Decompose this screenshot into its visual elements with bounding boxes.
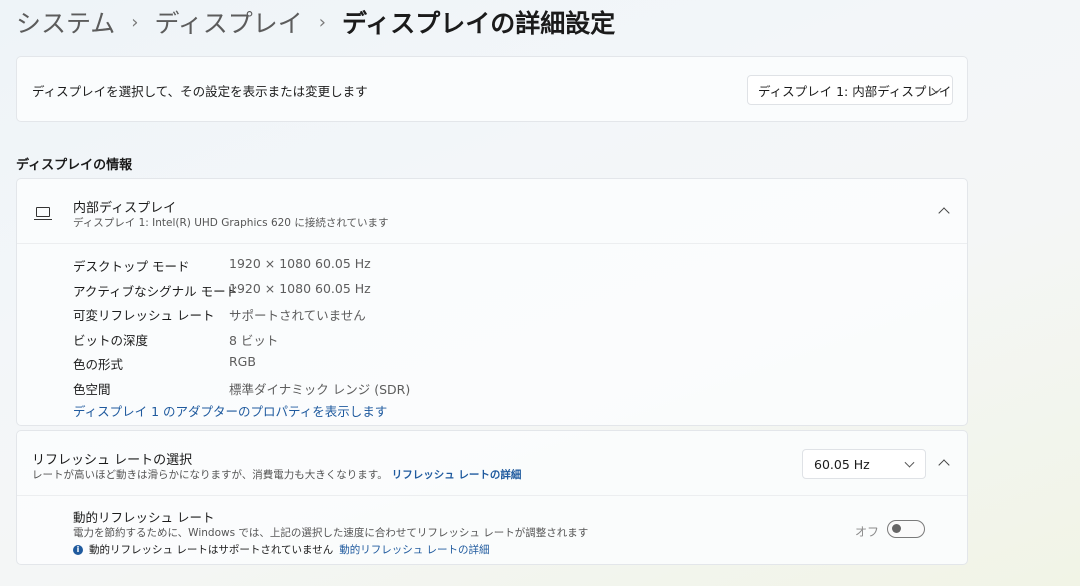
dynamic-refresh-toggle[interactable] bbox=[887, 520, 925, 538]
refresh-rate-details-link[interactable]: リフレッシュ レートの詳細 bbox=[392, 469, 522, 481]
chevron-down-icon bbox=[904, 457, 915, 468]
display-info-header[interactable]: 内部ディスプレイ ディスプレイ 1: Intel(R) UHD Graphics… bbox=[17, 179, 967, 244]
adapter-properties-link[interactable]: ディスプレイ 1 のアダプターのプロパティを表示します bbox=[73, 401, 387, 420]
info-row-value: 標準ダイナミック レンジ (SDR) bbox=[229, 381, 411, 397]
info-row-key: アクティブなシグナル モード bbox=[73, 283, 239, 299]
dynamic-refresh-title: 動的リフレッシュ レート bbox=[73, 510, 215, 525]
laptop-icon bbox=[34, 207, 52, 221]
info-row-key: 色空間 bbox=[73, 381, 111, 397]
info-row-value: 1920 × 1080 60.05 Hz bbox=[229, 280, 371, 296]
refresh-rate-value: 60.05 Hz bbox=[814, 456, 870, 472]
page-title: ディスプレイの詳細設定 bbox=[341, 9, 616, 38]
display-name: 内部ディスプレイ bbox=[73, 201, 177, 216]
collapse-display-info-button[interactable] bbox=[929, 196, 959, 226]
info-row-key: 色の形式 bbox=[73, 357, 124, 372]
dynamic-refresh-details-link[interactable]: 動的リフレッシュ レートの詳細 bbox=[339, 542, 489, 557]
breadcrumb-separator: › bbox=[131, 11, 139, 33]
display-dropdown-value: ディスプレイ 1: 内部ディスプレイ bbox=[758, 83, 952, 99]
chevron-up-icon bbox=[938, 207, 950, 219]
dynamic-refresh-note: i 動的リフレッシュ レートはサポートされていません 動的リフレッシュ レートの… bbox=[73, 542, 490, 557]
refresh-rate-title: リフレッシュ レートの選択 bbox=[32, 453, 193, 468]
refresh-rate-subtitle: レートが高いほど動きは滑らかになりますが、消費電力も大きくなります。 リフレッシュ… bbox=[32, 467, 521, 482]
refresh-rate-description: レートが高いほど動きは滑らかになりますが、消費電力も大きくなります。 bbox=[32, 469, 388, 481]
refresh-rate-card: リフレッシュ レートの選択 レートが高いほど動きは滑らかになりますが、消費電力も… bbox=[16, 430, 968, 565]
info-row-key: 可変リフレッシュ レート bbox=[73, 308, 215, 323]
info-row-key: ビットの深度 bbox=[73, 332, 149, 348]
display-select-card: ディスプレイを選択して、その設定を表示または変更します ディスプレイ 1: 内部… bbox=[16, 56, 968, 122]
info-row-key: デスクトップ モード bbox=[73, 259, 190, 274]
dynamic-refresh-note-text: 動的リフレッシュ レートはサポートされていません bbox=[89, 544, 334, 556]
info-row-value: RGB bbox=[229, 354, 256, 369]
display-select-label: ディスプレイを選択して、その設定を表示または変更します bbox=[32, 84, 368, 99]
info-row-value: 8 ビット bbox=[229, 332, 279, 348]
info-icon: i bbox=[73, 544, 83, 555]
refresh-rate-header: リフレッシュ レートの選択 レートが高いほど動きは滑らかになりますが、消費電力も… bbox=[17, 431, 967, 496]
display-info-section-title: ディスプレイの情報 bbox=[16, 158, 133, 173]
info-row-value: 1920 × 1080 60.05 Hz bbox=[229, 256, 371, 271]
dynamic-refresh-subtitle: 電力を節約するために、Windows では、上記の選択した速度に合わせてリフレッ… bbox=[73, 527, 589, 539]
display-subtitle: ディスプレイ 1: Intel(R) UHD Graphics 620 に接続さ… bbox=[73, 217, 389, 229]
breadcrumb: システム › ディスプレイ › ディスプレイの詳細設定 bbox=[16, 4, 615, 40]
chevron-up-icon bbox=[938, 459, 950, 471]
collapse-refresh-button[interactable] bbox=[929, 448, 959, 478]
breadcrumb-separator: › bbox=[318, 11, 326, 33]
toggle-state-label: オフ bbox=[855, 525, 880, 539]
breadcrumb-item-system[interactable]: システム bbox=[16, 4, 115, 40]
refresh-rate-dropdown[interactable]: 60.05 Hz bbox=[802, 449, 926, 479]
toggle-knob bbox=[892, 524, 901, 533]
info-row-value: サポートされていません bbox=[229, 308, 366, 323]
display-dropdown[interactable]: ディスプレイ 1: 内部ディスプレイ bbox=[747, 75, 953, 105]
breadcrumb-item-display[interactable]: ディスプレイ bbox=[154, 4, 302, 40]
display-info-card: 内部ディスプレイ ディスプレイ 1: Intel(R) UHD Graphics… bbox=[16, 178, 968, 426]
